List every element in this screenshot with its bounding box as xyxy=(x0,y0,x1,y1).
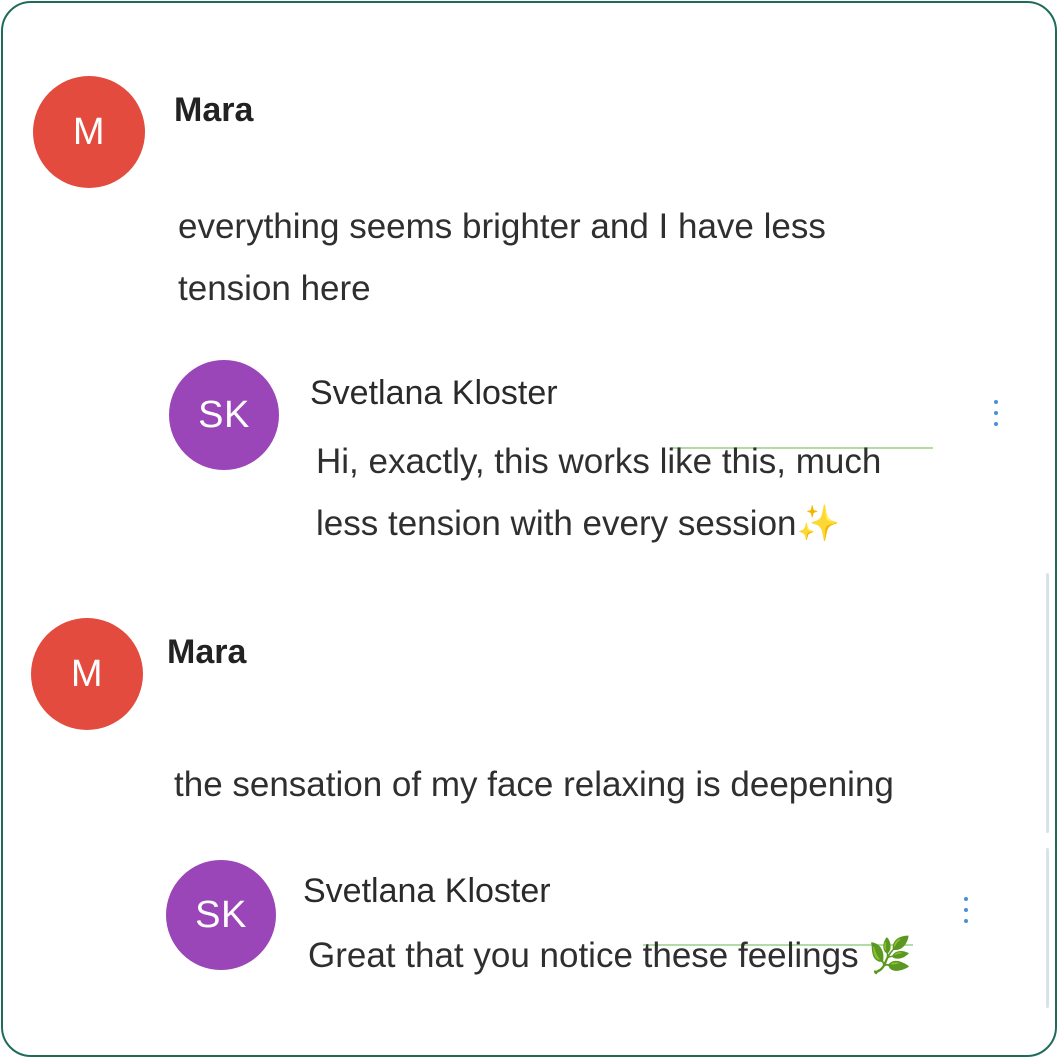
reply-author-name[interactable]: Svetlana Kloster xyxy=(303,872,551,911)
comment-text: the sensation of my face relaxing is dee… xyxy=(174,754,894,816)
avatar[interactable]: SK xyxy=(166,860,276,970)
reply-author-name[interactable]: Svetlana Kloster xyxy=(310,374,558,413)
scrollbar[interactable] xyxy=(1046,848,1049,1008)
scrollbar[interactable] xyxy=(1046,573,1049,833)
avatar[interactable]: M xyxy=(31,618,143,730)
herb-icon: 🌿 xyxy=(868,936,912,975)
reply-text-line: Great that you notice these feelings 🌿 xyxy=(308,925,912,987)
comment-text-line: the sensation of my face relaxing is dee… xyxy=(174,765,894,804)
avatar-initials: SK xyxy=(198,393,250,436)
comment-author-name[interactable]: Mara xyxy=(167,633,246,672)
comment-text-line: everything seems brighter and I have les… xyxy=(178,207,826,246)
reply-text-line: less tension with every session✨ xyxy=(316,493,881,555)
reply-text: Great that you notice these feelings 🌿 xyxy=(308,925,912,987)
comment-text-line: tension here xyxy=(178,269,371,308)
more-vertical-icon[interactable] xyxy=(993,400,999,426)
avatar[interactable]: SK xyxy=(169,360,279,470)
avatar-initials: M xyxy=(72,110,106,153)
sparkles-icon: ✨ xyxy=(796,504,841,543)
avatar[interactable]: M xyxy=(33,76,145,188)
reply-text: Hi, exactly, this works like this, much … xyxy=(316,431,881,555)
more-vertical-icon[interactable] xyxy=(963,897,969,923)
reply-text-line: Hi, exactly, this works like this, much xyxy=(316,442,882,481)
comment-author-name[interactable]: Mara xyxy=(174,91,253,130)
comments-card: M Mara everything seems brighter and I h… xyxy=(1,1,1057,1057)
comment-text: everything seems brighter and I have les… xyxy=(178,196,826,320)
avatar-initials: M xyxy=(70,652,104,695)
avatar-initials: SK xyxy=(195,893,247,936)
